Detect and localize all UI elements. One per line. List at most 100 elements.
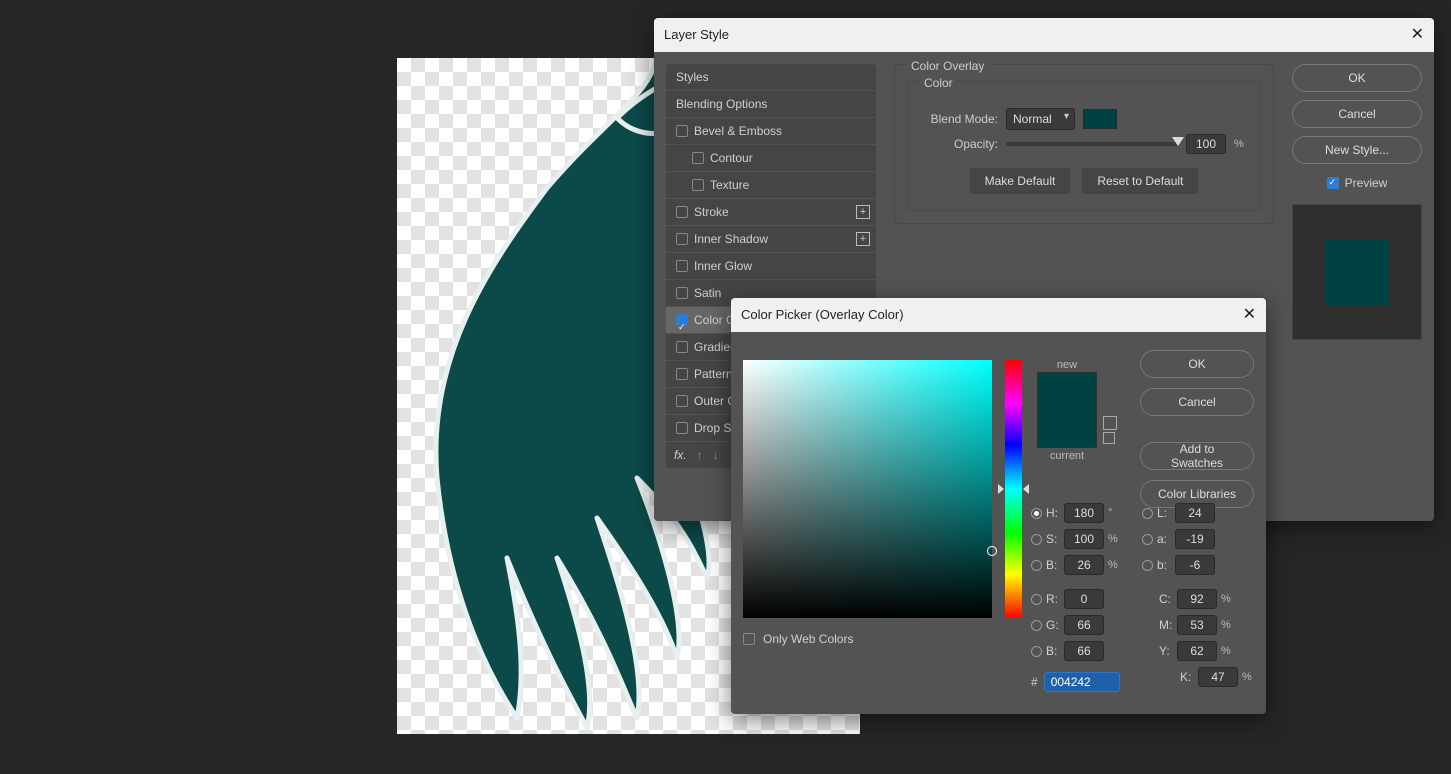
style-item-blending-options[interactable]: Blending Options (666, 91, 876, 117)
preview-toggle[interactable]: Preview (1292, 176, 1422, 190)
reset-default-button[interactable]: Reset to Default (1082, 168, 1198, 194)
bv-input[interactable] (1064, 555, 1104, 575)
l-radio[interactable] (1142, 508, 1153, 519)
checkbox[interactable] (692, 179, 704, 191)
blend-mode-label: Blend Mode: (920, 112, 998, 126)
plus-icon[interactable]: + (856, 232, 870, 246)
bl-radio[interactable] (1142, 560, 1153, 571)
section-heading: Color Overlay (907, 59, 988, 73)
close-icon[interactable]: ✕ (1243, 298, 1256, 332)
s-input[interactable] (1064, 529, 1104, 549)
add-swatches-button[interactable]: Add to Swatches (1140, 442, 1254, 470)
l-input[interactable] (1175, 503, 1215, 523)
dialog-actions: OK Cancel New Style... Preview (1292, 64, 1422, 340)
overlay-color-swatch[interactable] (1083, 109, 1117, 129)
arrow-down-icon[interactable]: ↓ (713, 448, 719, 462)
checkbox[interactable] (676, 422, 688, 434)
r-input[interactable] (1064, 589, 1104, 609)
cancel-button[interactable]: Cancel (1292, 100, 1422, 128)
checkbox[interactable] (676, 341, 688, 353)
cube-icon[interactable] (1103, 416, 1117, 430)
checkbox[interactable] (676, 314, 688, 326)
checkbox[interactable] (676, 125, 688, 137)
style-item-label: Blending Options (676, 91, 767, 117)
gamut-warning-icon[interactable] (1103, 432, 1115, 444)
m-input[interactable] (1177, 615, 1217, 635)
fx-icon[interactable]: fx. (674, 448, 687, 462)
s-radio[interactable] (1031, 534, 1042, 545)
sv-cursor[interactable] (987, 546, 997, 556)
hue-thumb-r[interactable] (1023, 484, 1029, 494)
checkbox[interactable] (676, 233, 688, 245)
checkbox[interactable] (676, 287, 688, 299)
style-item-bevel-emboss[interactable]: Bevel & Emboss (666, 118, 876, 144)
g-input[interactable] (1064, 615, 1104, 635)
checkbox[interactable] (676, 206, 688, 218)
bv-radio[interactable] (1031, 560, 1042, 571)
only-web-colors-toggle[interactable]: Only Web Colors (743, 632, 853, 646)
bc-radio[interactable] (1031, 646, 1042, 657)
opacity-label: Opacity: (920, 137, 998, 151)
style-item-label: Contour (710, 145, 753, 171)
new-label: new (1037, 359, 1097, 371)
opacity-input[interactable] (1186, 134, 1226, 154)
style-item-inner-glow[interactable]: Inner Glow (666, 253, 876, 279)
style-item-label: Texture (710, 172, 749, 198)
hex-row: # (1031, 672, 1120, 692)
style-item-label: Inner Glow (694, 253, 752, 279)
style-item-styles[interactable]: Styles (666, 64, 876, 90)
preview-box (1292, 204, 1422, 340)
style-item-label: Stroke (694, 199, 729, 225)
a-radio[interactable] (1142, 534, 1153, 545)
new-style-button[interactable]: New Style... (1292, 136, 1422, 164)
ok-button[interactable]: OK (1140, 350, 1254, 378)
dialog-titlebar[interactable]: Color Picker (Overlay Color) ✕ (731, 298, 1266, 332)
make-default-button[interactable]: Make Default (970, 168, 1071, 194)
close-icon[interactable]: ✕ (1411, 18, 1424, 52)
style-item-stroke[interactable]: Stroke + (666, 199, 876, 225)
arrow-up-icon[interactable]: ↑ (697, 448, 703, 462)
opacity-slider[interactable] (1006, 142, 1178, 146)
style-item-label: Satin (694, 280, 721, 306)
current-label: current (1037, 450, 1097, 462)
saturation-value-panel[interactable] (743, 360, 992, 618)
cancel-button[interactable]: Cancel (1140, 388, 1254, 416)
color-overlay-section: Color Overlay Color Blend Mode: Normal (894, 64, 1274, 224)
blend-mode-select[interactable]: Normal (1006, 108, 1075, 130)
hex-input[interactable] (1044, 672, 1120, 692)
dialog-title: Layer Style (664, 18, 729, 52)
hex-label: # (1031, 675, 1038, 689)
new-current-swatch[interactable] (1037, 372, 1097, 448)
hue-thumb-l[interactable] (998, 484, 1004, 494)
ok-button[interactable]: OK (1292, 64, 1422, 92)
checkbox[interactable] (676, 260, 688, 272)
style-item-texture[interactable]: Texture (666, 172, 876, 198)
style-item-inner-shadow[interactable]: Inner Shadow + (666, 226, 876, 252)
pct-label: % (1234, 138, 1248, 150)
h-input[interactable] (1064, 503, 1104, 523)
r-radio[interactable] (1031, 594, 1042, 605)
y-input[interactable] (1177, 641, 1217, 661)
style-item-label: Styles (676, 64, 709, 90)
checkbox[interactable] (692, 152, 704, 164)
checkbox[interactable] (676, 368, 688, 380)
dialog-titlebar[interactable]: Layer Style ✕ (654, 18, 1434, 52)
style-item-label: Bevel & Emboss (694, 118, 782, 144)
k-input[interactable] (1198, 667, 1238, 687)
style-item-label: Inner Shadow (694, 226, 768, 252)
a-input[interactable] (1175, 529, 1215, 549)
hue-bar[interactable] (1005, 360, 1022, 618)
bc-input[interactable] (1064, 641, 1104, 661)
plus-icon[interactable]: + (856, 205, 870, 219)
h-radio[interactable] (1031, 508, 1042, 519)
c-input[interactable] (1177, 589, 1217, 609)
style-item-contour[interactable]: Contour (666, 145, 876, 171)
color-fields: H: ° L: S: % a: B: (1031, 500, 1256, 690)
checkbox[interactable] (676, 395, 688, 407)
subsection-heading: Color (920, 76, 957, 90)
dialog-title: Color Picker (Overlay Color) (741, 298, 904, 332)
color-picker-actions: OK Cancel Add to Swatches Color Librarie… (1140, 350, 1254, 508)
color-picker-dialog[interactable]: Color Picker (Overlay Color) ✕ new curre… (731, 298, 1266, 714)
g-radio[interactable] (1031, 620, 1042, 631)
bl-input[interactable] (1175, 555, 1215, 575)
